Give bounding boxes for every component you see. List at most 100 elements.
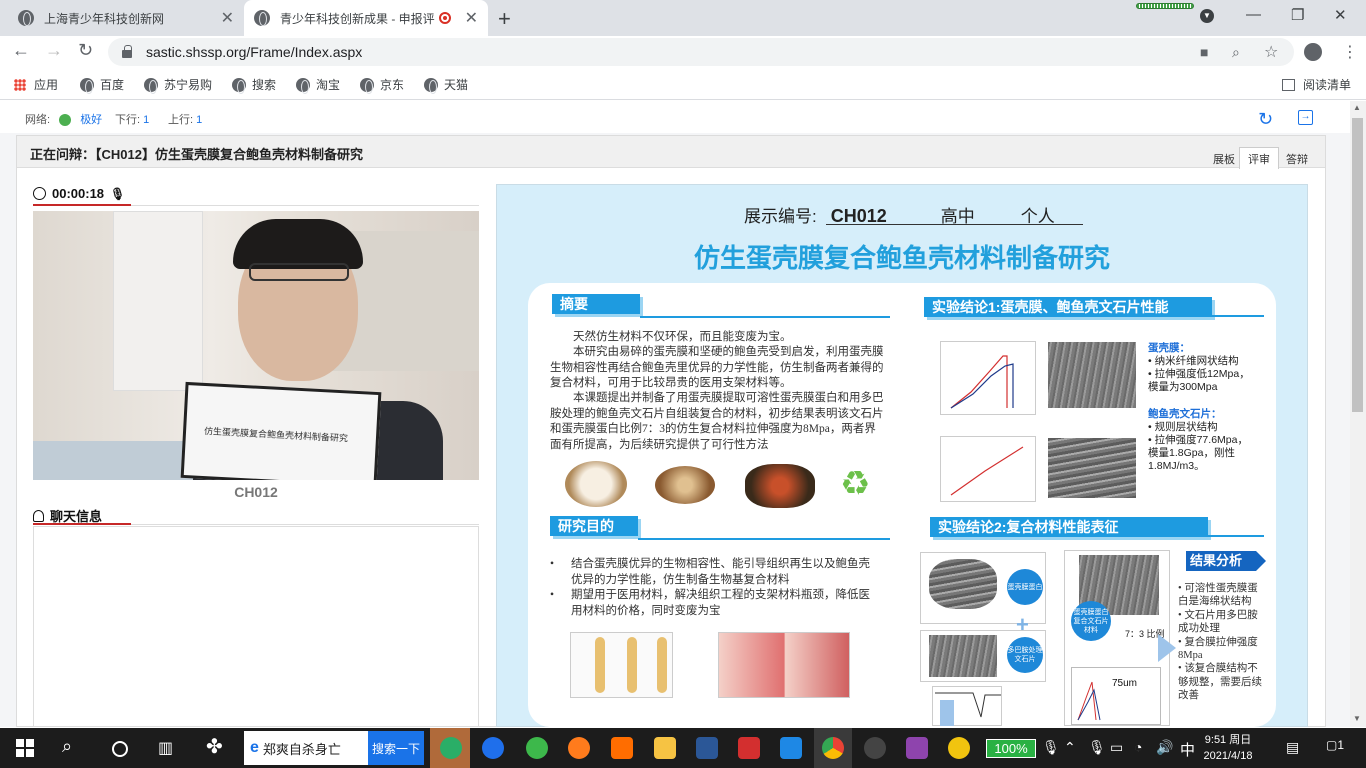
microphone-tray-icon[interactable]: 🎙: [1042, 739, 1060, 756]
maximize-button[interactable]: ❐: [1291, 6, 1304, 24]
scrollbar-thumb[interactable]: [1352, 118, 1363, 412]
taskbar-search-box[interactable]: e 郑爽自杀身亡: [244, 731, 368, 765]
bookmark-tmall[interactable]: 天猫: [424, 76, 468, 94]
tab-title: 上海青少年科技创新网: [44, 11, 165, 26]
taskbar-clock[interactable]: 9:51 周日 2021/4/18: [1198, 732, 1258, 764]
tab-innovation-results[interactable]: 青少年科技创新成果 - 申报评 ✕: [244, 0, 488, 36]
refresh-icon[interactable]: ↻: [1258, 109, 1273, 130]
camera-icon[interactable]: ■: [1200, 44, 1208, 60]
bookmark-search[interactable]: 搜索: [232, 76, 277, 94]
bookmark-label: 搜索: [252, 78, 277, 92]
bookmark-baidu[interactable]: 百度: [80, 76, 124, 94]
edge-icon[interactable]: [482, 737, 504, 759]
word-icon[interactable]: [696, 737, 718, 759]
zoom-icon[interactable]: ⌕: [1232, 44, 1240, 61]
analysis-item-4: • 该复合膜结构不够规整，需要后续改善: [1178, 663, 1262, 702]
bullet: •: [550, 558, 555, 570]
heading-line: [1208, 535, 1264, 537]
green-app-icon[interactable]: [526, 737, 548, 759]
abstract-text-3: 本课题提出并制备了用蛋壳膜提取可溶性蛋壳膜蛋白和用多巴胺处理的鲍鱼壳文石片自组装…: [550, 392, 884, 451]
network-tray-icon[interactable]: ◔: [1134, 739, 1142, 755]
bookmark-label: 淘宝: [316, 78, 341, 92]
cortana-icon[interactable]: [112, 741, 128, 757]
bookmark-label: 京东: [380, 78, 405, 92]
globe-icon: [80, 77, 94, 94]
pinwheel-app-icon[interactable]: ✤: [206, 734, 223, 759]
dark-app-icon[interactable]: [864, 737, 886, 759]
tab-review[interactable]: 评审: [1239, 147, 1279, 169]
analysis-list: • 可溶性蛋壳膜蛋白是海绵状结构 • 文石片用多巴胺成功处理 • 复合膜拉伸强度…: [1178, 582, 1262, 703]
timer-value: 00:00:18: [52, 186, 105, 201]
abalone-image: [655, 466, 715, 504]
heading-line: [640, 316, 890, 318]
search-button[interactable]: 搜索一下: [368, 731, 424, 765]
bookmark-label: 苏宁易购: [164, 78, 213, 92]
signal-icon: [59, 114, 72, 127]
analysis-item-text: 可溶性蛋壳膜蛋白是海绵状结构: [1178, 583, 1258, 608]
ime-indicator[interactable]: 中: [1180, 739, 1195, 760]
tab-shanghai-youth[interactable]: 上海青少年科技创新网 ✕: [8, 0, 244, 36]
poster-title: 仿生蛋壳膜复合鲍鱼壳材料制备研究: [693, 244, 1110, 274]
start-button[interactable]: [16, 739, 34, 757]
minimize-button[interactable]: —: [1246, 6, 1261, 23]
file-explorer-icon[interactable]: [654, 737, 676, 759]
mountain-app-icon[interactable]: [906, 737, 928, 759]
profile-indicator[interactable]: [1136, 3, 1194, 9]
session-timer: 00:00:18 🎙: [33, 186, 125, 201]
task-view-icon[interactable]: ▥: [158, 738, 173, 758]
battery-indicator[interactable]: 100%: [986, 739, 1036, 758]
menu-icon[interactable]: ⋮: [1342, 42, 1358, 62]
chevron-up-icon[interactable]: ⌃: [1064, 739, 1076, 756]
person-hair: [233, 219, 363, 269]
tab-title: 青少年科技创新成果 - 申报评: [280, 11, 435, 26]
profile-avatar[interactable]: [1304, 43, 1322, 61]
divider: [131, 524, 479, 525]
bookmark-star-icon[interactable]: ☆: [1264, 42, 1278, 62]
cloud-app-icon[interactable]: [611, 737, 633, 759]
bookmark-apps[interactable]: 应用: [14, 76, 58, 93]
back-button[interactable]: ←: [12, 40, 30, 61]
mic-tray-icon[interactable]: 🎙: [1088, 739, 1106, 756]
wps-icon[interactable]: [738, 737, 760, 759]
close-window-button[interactable]: ✕: [1334, 6, 1347, 24]
tab-defense[interactable]: 答辩: [1277, 147, 1317, 169]
forward-button[interactable]: →: [45, 40, 63, 61]
bone-shape: [595, 637, 605, 693]
search-icon[interactable]: ⌕: [62, 736, 72, 757]
eggshell-item-text: 拉伸强度低12Mpa，模量为300Mpa: [1148, 368, 1250, 393]
bone-shape: [627, 637, 637, 693]
composite-label-circle: 蛋壳膜蛋白复合文石片材料: [1071, 601, 1111, 641]
close-icon[interactable]: ✕: [221, 8, 234, 28]
bookmark-suning[interactable]: 苏宁易购: [144, 76, 213, 94]
reload-button[interactable]: ↻: [78, 40, 93, 61]
notification-center[interactable]: ▢1: [1326, 738, 1344, 752]
microphone-icon[interactable]: 🎙: [110, 187, 125, 201]
chrome-icon[interactable]: [822, 737, 844, 759]
new-tab-button[interactable]: +: [498, 6, 511, 32]
bookmark-jd[interactable]: 京东: [360, 76, 405, 94]
chat-messages[interactable]: [33, 526, 479, 727]
globe-icon: [254, 10, 270, 26]
exit-icon[interactable]: →: [1298, 110, 1313, 125]
scroll-down-arrow[interactable]: ▼: [1353, 714, 1361, 723]
notification-icon[interactable]: ▤: [1286, 739, 1299, 756]
close-icon[interactable]: ✕: [465, 8, 478, 28]
scroll-up-arrow[interactable]: ▲: [1353, 103, 1361, 112]
battery-tray-icon[interactable]: ▭: [1110, 739, 1123, 756]
bookmark-taobao[interactable]: 淘宝: [296, 76, 341, 94]
wechat-icon[interactable]: [440, 737, 462, 759]
globe-icon: [232, 77, 246, 94]
firefox-icon[interactable]: [568, 737, 590, 759]
bullet: •: [550, 589, 555, 601]
volume-icon[interactable]: 🔊: [1156, 739, 1173, 756]
yellow-app-icon[interactable]: [948, 737, 970, 759]
meeting-app-icon[interactable]: [780, 737, 802, 759]
stress-strain-chart-1: [940, 341, 1036, 415]
tab-search-icon[interactable]: ▼: [1200, 9, 1214, 23]
address-bar[interactable]: sastic.shssp.org/Frame/Index.aspx: [108, 38, 1294, 66]
analysis-heading: 结果分析: [1186, 551, 1256, 571]
project-code: CH012: [830, 206, 887, 226]
reading-list-button[interactable]: 阅读清单: [1282, 76, 1351, 93]
abalone-properties: 鲍鱼壳文石片： • 规则层状结构 • 拉伸强度77.6Mpa，模量1.8Gpa，…: [1148, 408, 1254, 473]
tab-board[interactable]: 展板: [1204, 147, 1244, 169]
